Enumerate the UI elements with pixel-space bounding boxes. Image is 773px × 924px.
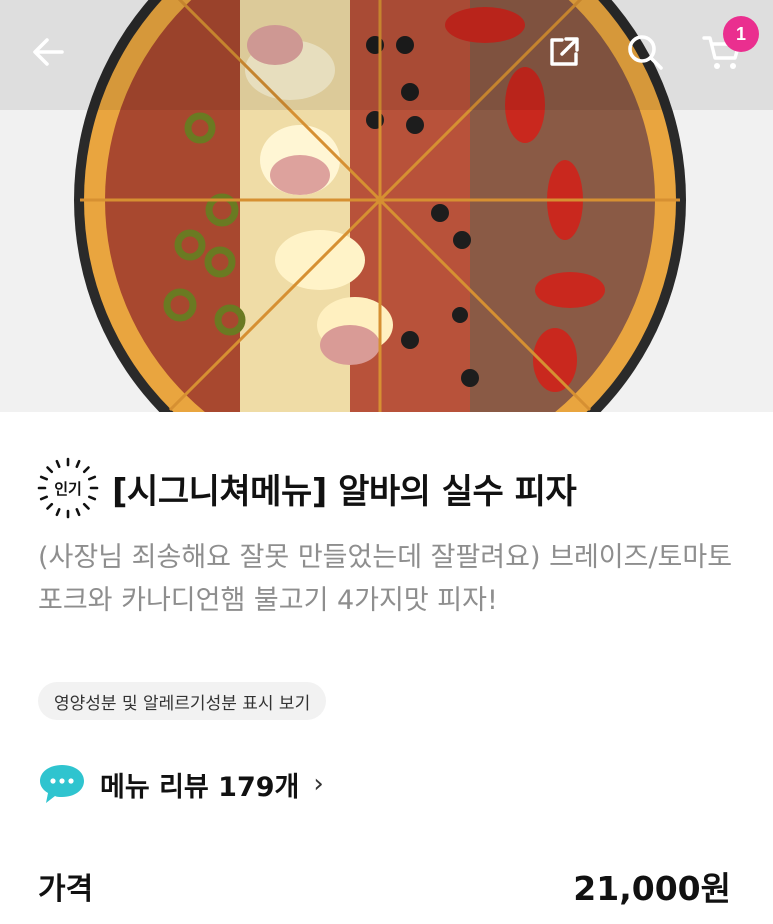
back-arrow-icon [33, 38, 64, 66]
nutrition-allergy-link[interactable]: 영양성분 및 알레르기성분 표시 보기 [38, 682, 327, 720]
menu-description: (사장님 죄송해요 잘못 만들었는데 잘팔려요) 브레이즈/토마토 포크와 카나… [38, 542, 733, 616]
menu-detail: 인기 [시그니쳐메뉴] 알바의 실수 피자 (사장님 죄송해요 잘못 만들었는데… [0, 412, 773, 924]
chevron-right-icon: › [313, 769, 324, 799]
review-count-label: 메뉴 리뷰 179개 [100, 771, 300, 803]
cart-count-badge: 1 [723, 16, 759, 52]
price-label: 가격 [38, 872, 94, 907]
search-button[interactable] [621, 28, 669, 76]
search-icon [628, 35, 663, 70]
share-icon [550, 37, 579, 66]
menu-title: [시그니쳐메뉴] 알바의 실수 피자 [112, 471, 577, 512]
speech-bubble-icon [40, 765, 84, 803]
top-bar: 1 [0, 0, 773, 100]
share-button[interactable] [540, 28, 588, 76]
price-value: 21,000원 [573, 869, 731, 908]
title-row: 인기 [시그니쳐메뉴] 알바의 실수 피자 [36, 456, 577, 520]
back-button[interactable] [24, 28, 72, 76]
menu-review-link[interactable]: 메뉴 리뷰 179개 › [38, 762, 324, 806]
popular-badge-label: 인기 [54, 479, 82, 498]
popular-badge: 인기 [36, 456, 100, 520]
